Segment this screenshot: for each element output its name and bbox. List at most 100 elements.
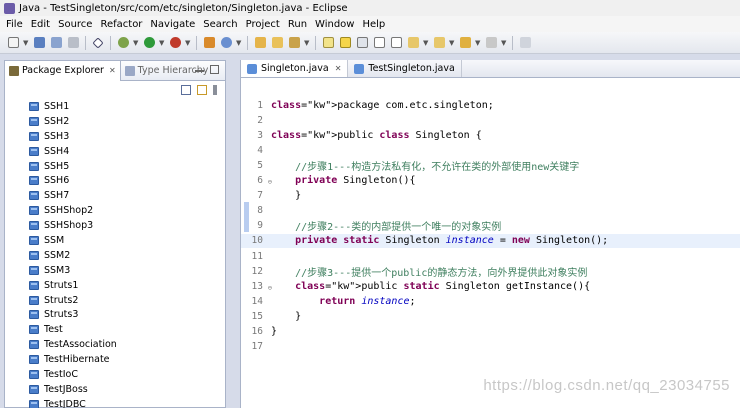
- pin-editor-icon[interactable]: [518, 36, 532, 50]
- annotation-prev-icon[interactable]: [432, 36, 446, 50]
- list-item[interactable]: TestJBoss: [5, 382, 225, 397]
- save-all-icon[interactable]: [49, 36, 63, 50]
- external-tools-icon[interactable]: [168, 36, 182, 50]
- list-item[interactable]: SSH3: [5, 129, 225, 144]
- code-line[interactable]: 10 private static Singleton instance = n…: [241, 233, 740, 248]
- code-line[interactable]: 1 class="kw">package com.etc.singleton;: [241, 98, 740, 112]
- menu-refactor[interactable]: Refactor: [96, 19, 146, 30]
- list-item[interactable]: SSHShop3: [5, 218, 225, 233]
- code-line[interactable]: 6 ⊖ private Singleton(){: [241, 174, 740, 188]
- menu-file[interactable]: File: [2, 19, 27, 30]
- new-java-project-icon[interactable]: [219, 36, 233, 50]
- folder-icon: [29, 191, 39, 201]
- code-line[interactable]: 3 class="kw">public class Singleton {: [241, 128, 740, 142]
- code-line[interactable]: 17: [241, 340, 740, 354]
- menu-run[interactable]: Run: [284, 19, 311, 30]
- close-icon[interactable]: ✕: [335, 64, 342, 73]
- fold-toggle-icon[interactable]: ⊖: [268, 178, 272, 186]
- code-text: //步骤2---类的内部提供一个唯一的对象实例: [295, 222, 502, 234]
- tab-package-explorer[interactable]: Package Explorer ✕: [5, 60, 121, 81]
- new-server-icon[interactable]: [202, 36, 216, 50]
- highlight-icon[interactable]: [338, 36, 352, 50]
- show-whitespace-icon[interactable]: [372, 36, 386, 50]
- chevron-down-icon[interactable]: ▼: [133, 39, 139, 47]
- code-area[interactable]: 1 class="kw">package com.etc.singleton; 2 3…: [241, 78, 740, 408]
- skip-breakpoints-icon[interactable]: [91, 36, 105, 50]
- list-item[interactable]: TestAssociation: [5, 337, 225, 352]
- fold-toggle-icon[interactable]: ⊖: [268, 284, 272, 292]
- code-line[interactable]: 16}: [241, 325, 740, 339]
- code-line[interactable]: 13 ⊖ class="kw">public static Singleton g…: [241, 279, 740, 293]
- code-line[interactable]: 4: [241, 143, 740, 157]
- back-icon[interactable]: [458, 36, 472, 50]
- menu-window[interactable]: Window: [311, 19, 358, 30]
- forward-icon[interactable]: [484, 36, 498, 50]
- list-item[interactable]: TestJDBC: [5, 397, 225, 408]
- list-item[interactable]: SSH6: [5, 173, 225, 188]
- pen-icon[interactable]: [287, 36, 301, 50]
- code-line[interactable]: 7 }: [241, 189, 740, 203]
- project-name: Struts3: [44, 309, 79, 321]
- list-item[interactable]: TestIoC: [5, 367, 225, 382]
- minimize-icon[interactable]: [195, 65, 204, 72]
- list-item[interactable]: Struts2: [5, 293, 225, 308]
- code-line[interactable]: 12 //步骤3---提供一个public的静态方法，向外界提供此对象实例: [241, 264, 740, 279]
- list-item[interactable]: SSM3: [5, 263, 225, 278]
- list-item[interactable]: SSH2: [5, 114, 225, 129]
- list-item[interactable]: SSH5: [5, 159, 225, 174]
- code-line[interactable]: 15 }: [241, 309, 740, 323]
- list-item[interactable]: SSH1: [5, 99, 225, 114]
- list-item[interactable]: Struts3: [5, 307, 225, 322]
- run-icon[interactable]: [142, 36, 156, 50]
- chevron-down-icon[interactable]: ▼: [475, 39, 481, 47]
- open-type-icon[interactable]: [253, 36, 267, 50]
- toggle-mark-icon[interactable]: [321, 36, 335, 50]
- list-item[interactable]: Struts1: [5, 278, 225, 293]
- chevron-down-icon[interactable]: ▼: [23, 39, 29, 47]
- list-item[interactable]: Test: [5, 322, 225, 337]
- menu-project[interactable]: Project: [242, 19, 284, 30]
- menu-edit[interactable]: Edit: [27, 19, 54, 30]
- list-item[interactable]: SSHShop2: [5, 203, 225, 218]
- save-icon[interactable]: [32, 36, 46, 50]
- chevron-down-icon[interactable]: ▼: [423, 39, 429, 47]
- chevron-down-icon[interactable]: ▼: [236, 39, 242, 47]
- open-folder-icon[interactable]: [270, 36, 284, 50]
- close-icon[interactable]: ✕: [109, 66, 116, 75]
- chevron-down-icon[interactable]: ▼: [159, 39, 165, 47]
- line-number: 16: [251, 326, 263, 337]
- chevron-down-icon[interactable]: ▼: [501, 39, 507, 47]
- code-line[interactable]: 5 //步骤1---构造方法私有化，不允许在类的外部使用new关键字: [241, 158, 740, 173]
- line-number: 5: [257, 159, 263, 171]
- annotation-next-icon[interactable]: [406, 36, 420, 50]
- chevron-down-icon[interactable]: ▼: [449, 39, 455, 47]
- menu-help[interactable]: Help: [358, 19, 389, 30]
- code-line[interactable]: 9 //步骤2---类的内部提供一个唯一的对象实例: [241, 219, 740, 233]
- code-line[interactable]: 11: [241, 249, 740, 263]
- list-item[interactable]: TestHibernate: [5, 352, 225, 367]
- view-menu-icon[interactable]: [213, 85, 217, 95]
- collapse-all-icon[interactable]: [181, 85, 191, 95]
- menu-navigate[interactable]: Navigate: [146, 19, 199, 30]
- debug-icon[interactable]: [116, 36, 130, 50]
- print-icon[interactable]: [66, 36, 80, 50]
- menu-search[interactable]: Search: [199, 19, 241, 30]
- block-selection-icon[interactable]: [355, 36, 369, 50]
- tab-singleton-java[interactable]: Singleton.java ✕: [241, 60, 349, 77]
- list-item[interactable]: SSH7: [5, 188, 225, 203]
- list-item[interactable]: SSH4: [5, 144, 225, 159]
- link-with-editor-icon[interactable]: [197, 85, 207, 95]
- maximize-icon[interactable]: [210, 65, 219, 74]
- new-icon[interactable]: [6, 36, 20, 50]
- code-line[interactable]: 2: [241, 113, 740, 127]
- code-line[interactable]: 14 return instance;: [241, 294, 740, 308]
- chevron-down-icon[interactable]: ▼: [185, 39, 191, 47]
- chevron-down-icon[interactable]: ▼: [304, 39, 310, 47]
- pilcrow-icon[interactable]: [389, 36, 403, 50]
- project-name: SSHShop3: [44, 220, 94, 232]
- code-line[interactable]: 8: [241, 204, 740, 218]
- list-item[interactable]: SSM: [5, 233, 225, 248]
- menu-source[interactable]: Source: [54, 19, 96, 30]
- tab-testsingleton-java[interactable]: TestSingleton.java: [348, 60, 462, 77]
- list-item[interactable]: SSM2: [5, 248, 225, 263]
